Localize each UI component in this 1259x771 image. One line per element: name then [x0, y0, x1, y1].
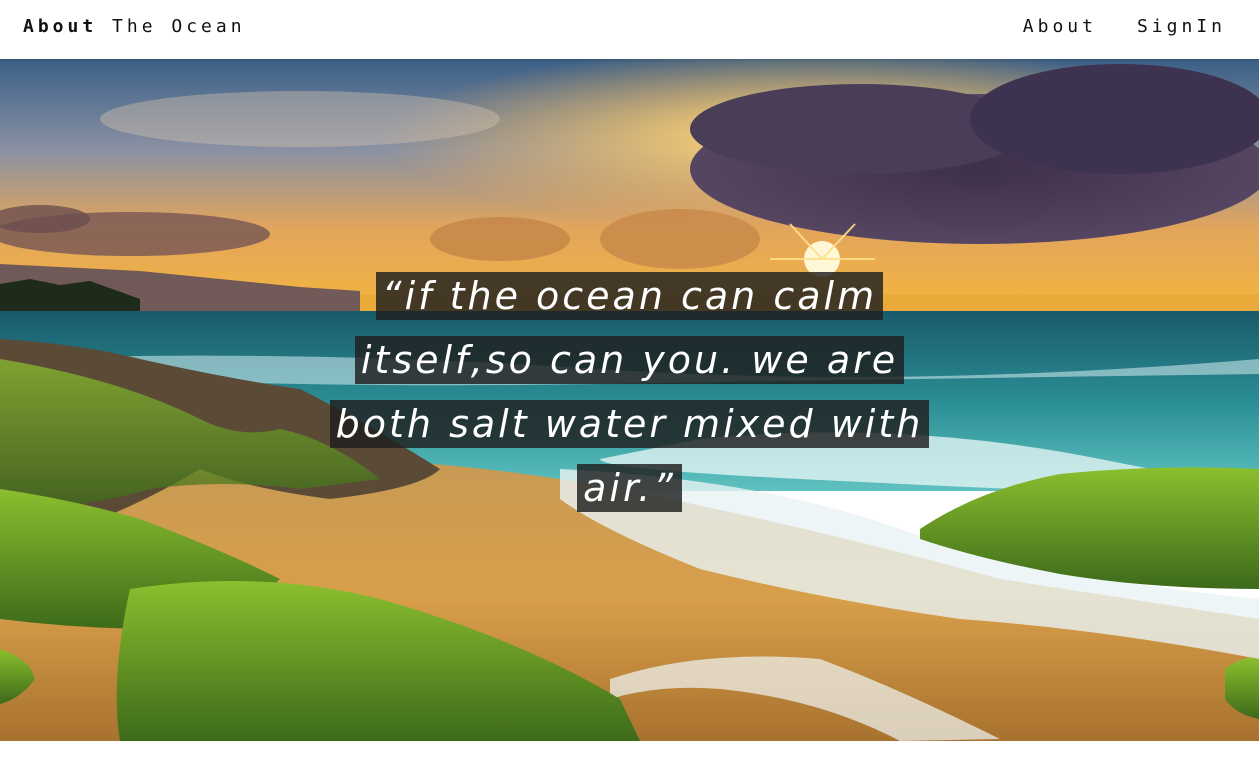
brand-rest-text: The Ocean [97, 16, 246, 37]
page-bottom-whitespace [0, 741, 1259, 771]
quote-overlay: “if the ocean can calm itself,so can you… [0, 264, 1259, 520]
nav-menu: About SignIn [1023, 16, 1226, 37]
brand-bold-text: About [23, 16, 98, 37]
nav-link-about[interactable]: About [1023, 16, 1097, 37]
site-brand[interactable]: About The Ocean [23, 16, 246, 37]
nav-link-signin[interactable]: SignIn [1137, 16, 1226, 37]
ocean-quote-text: “if the ocean can calm itself,so can you… [329, 272, 930, 512]
top-navbar: About The Ocean About SignIn [0, 0, 1259, 59]
